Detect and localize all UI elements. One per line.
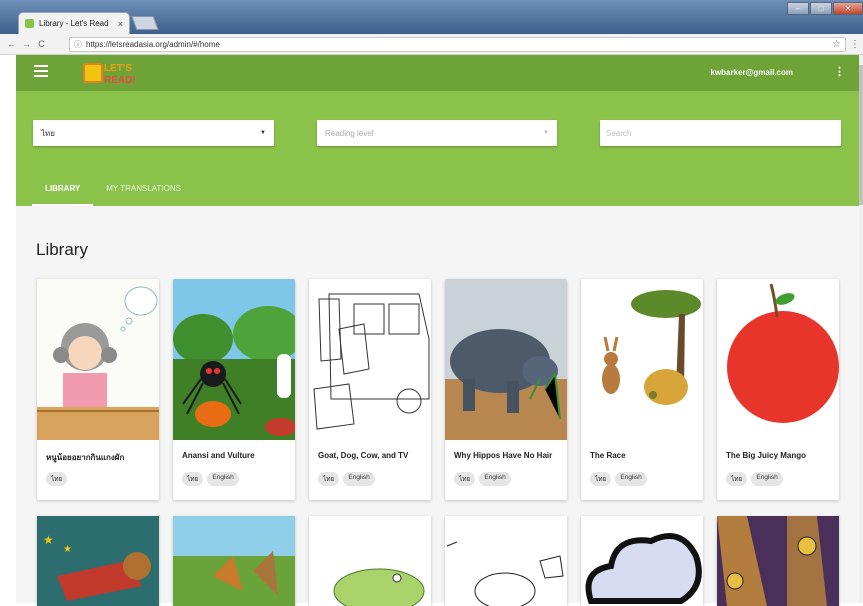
book-cover-image <box>445 279 567 440</box>
language-select[interactable]: ไทย ▼ <box>33 120 274 146</box>
user-email[interactable]: kwbarker@gmail.com <box>711 68 794 77</box>
language-tags: ไทย English <box>726 472 783 486</box>
url-input[interactable]: ⓘ https://letsreadasia.org/admin/#/home … <box>69 37 846 52</box>
book-card[interactable]: The Race ไทย English <box>581 279 703 500</box>
back-icon[interactable]: ← <box>4 39 19 49</box>
book-cover-image <box>445 516 567 606</box>
reading-level-placeholder: Reading level <box>325 128 374 138</box>
language-tag[interactable]: ไทย <box>726 472 748 486</box>
tab-library[interactable]: LIBRARY <box>32 184 94 206</box>
language-tag[interactable]: English <box>751 472 783 486</box>
book-card[interactable] <box>445 516 567 606</box>
language-tags: ไทย English <box>182 472 239 486</box>
new-tab-button[interactable] <box>131 16 159 30</box>
tab-my-translations[interactable]: MY TRANSLATIONS <box>93 184 194 206</box>
book-card[interactable]: The Big Juicy Mango ไทย English <box>717 279 839 500</box>
language-tag[interactable]: English <box>343 472 375 486</box>
language-tag[interactable]: ไทย <box>318 472 340 486</box>
book-cover-image <box>37 279 159 440</box>
window-controls: – □ ✕ <box>787 2 863 15</box>
language-tag[interactable]: ไทย <box>46 472 68 486</box>
minimize-button[interactable]: – <box>787 2 809 15</box>
maximize-button[interactable]: □ <box>810 2 832 15</box>
language-tag[interactable]: English <box>615 472 647 486</box>
language-tag[interactable]: English <box>207 472 239 486</box>
search-input[interactable] <box>600 120 841 146</box>
svg-text:★: ★ <box>63 544 72 555</box>
app-header: LET'S READ! kwbarker@gmail.com ⋮ <box>16 55 859 91</box>
book-card[interactable] <box>309 516 431 606</box>
reading-level-select[interactable]: Reading level ▼ <box>317 120 557 146</box>
book-title: Goat, Dog, Cow, and TV <box>318 451 409 460</box>
dropdown-arrow-icon: ▼ <box>260 130 266 136</box>
book-card[interactable]: Why Hippos Have No Hair ไทย English <box>445 279 567 500</box>
logo-wordmark: LET'S READ! <box>104 63 136 86</box>
book-card[interactable]: หนูน้อยอยากกินแกงผัก ไทย <box>37 279 159 500</box>
lets-read-logo[interactable]: LET'S READ! <box>83 59 143 87</box>
filter-bar: ไทย ▼ Reading level ▼ LIBRARY MY TRANSLA… <box>16 91 859 206</box>
book-cover-image <box>173 516 295 606</box>
book-card[interactable]: ★ ★ <box>37 516 159 606</box>
book-title: Anansi and Vulture <box>182 451 255 460</box>
library-content: Library หนูน้อยอยากกินแกงผัก ไทย Anansi … <box>16 206 859 606</box>
info-icon[interactable]: ⓘ <box>74 39 82 50</box>
book-cover-image <box>581 516 703 606</box>
favicon-icon <box>25 19 34 28</box>
book-card[interactable] <box>581 516 703 606</box>
language-value: ไทย <box>41 128 55 138</box>
bookmark-star-icon[interactable]: ☆ <box>832 39 841 50</box>
book-card[interactable] <box>173 516 295 606</box>
page-title: Library <box>36 240 88 259</box>
book-cover-image <box>173 279 295 440</box>
url-text: https://letsreadasia.org/admin/#/home <box>86 40 220 49</box>
book-card[interactable]: Goat, Dog, Cow, and TV ไทย English <box>309 279 431 500</box>
book-card[interactable] <box>717 516 839 606</box>
book-title: The Big Juicy Mango <box>726 451 807 460</box>
book-title: The Race <box>590 451 626 460</box>
forward-icon[interactable]: → <box>19 39 34 49</box>
book-cover-image <box>581 279 703 440</box>
book-card[interactable]: Anansi and Vulture ไทย English <box>173 279 295 500</box>
language-tags: ไทย English <box>590 472 647 486</box>
book-cover-image <box>717 279 839 440</box>
language-tag[interactable]: ไทย <box>590 472 612 486</box>
overflow-menu-icon[interactable]: ⋮ <box>834 65 845 78</box>
language-tags: ไทย English <box>318 472 375 486</box>
reload-icon[interactable]: C <box>34 39 49 49</box>
svg-text:READ!: READ! <box>104 75 136 86</box>
svg-text:★: ★ <box>43 533 54 547</box>
browser-menu-icon[interactable]: ⋮ <box>850 39 860 50</box>
book-cover-image <box>309 279 431 440</box>
hamburger-menu-icon[interactable] <box>34 65 48 80</box>
page-scrollbar[interactable] <box>859 55 863 603</box>
book-title: Why Hippos Have No Hair <box>454 451 553 460</box>
language-tags: ไทย English <box>454 472 511 486</box>
language-tag[interactable]: ไทย <box>182 472 204 486</box>
book-cover-image <box>717 516 839 606</box>
language-tag[interactable]: English <box>479 472 511 486</box>
tab-close-icon[interactable]: × <box>118 19 123 29</box>
browser-tab-title: Library - Let's Read <box>39 19 109 28</box>
language-tags: ไทย <box>46 472 68 486</box>
language-tag[interactable]: ไทย <box>454 472 476 486</box>
browser-tab[interactable]: Library - Let's Read × <box>18 12 130 34</box>
book-cover-image <box>309 516 431 606</box>
book-title: หนูน้อยอยากกินแกงผัก <box>46 453 125 462</box>
scrollbar-thumb[interactable] <box>859 65 863 205</box>
svg-text:LET'S: LET'S <box>104 63 132 74</box>
dropdown-arrow-icon: ▼ <box>543 130 549 136</box>
tab-bar: LIBRARY MY TRANSLATIONS <box>32 184 194 206</box>
window-titlebar: Library - Let's Read × – □ ✕ <box>0 0 863 34</box>
book-cover-image: ★ ★ <box>37 516 159 606</box>
logo-mark-icon <box>83 63 103 83</box>
address-bar: ← → C ⓘ https://letsreadasia.org/admin/#… <box>0 34 863 55</box>
close-window-button[interactable]: ✕ <box>833 2 863 15</box>
